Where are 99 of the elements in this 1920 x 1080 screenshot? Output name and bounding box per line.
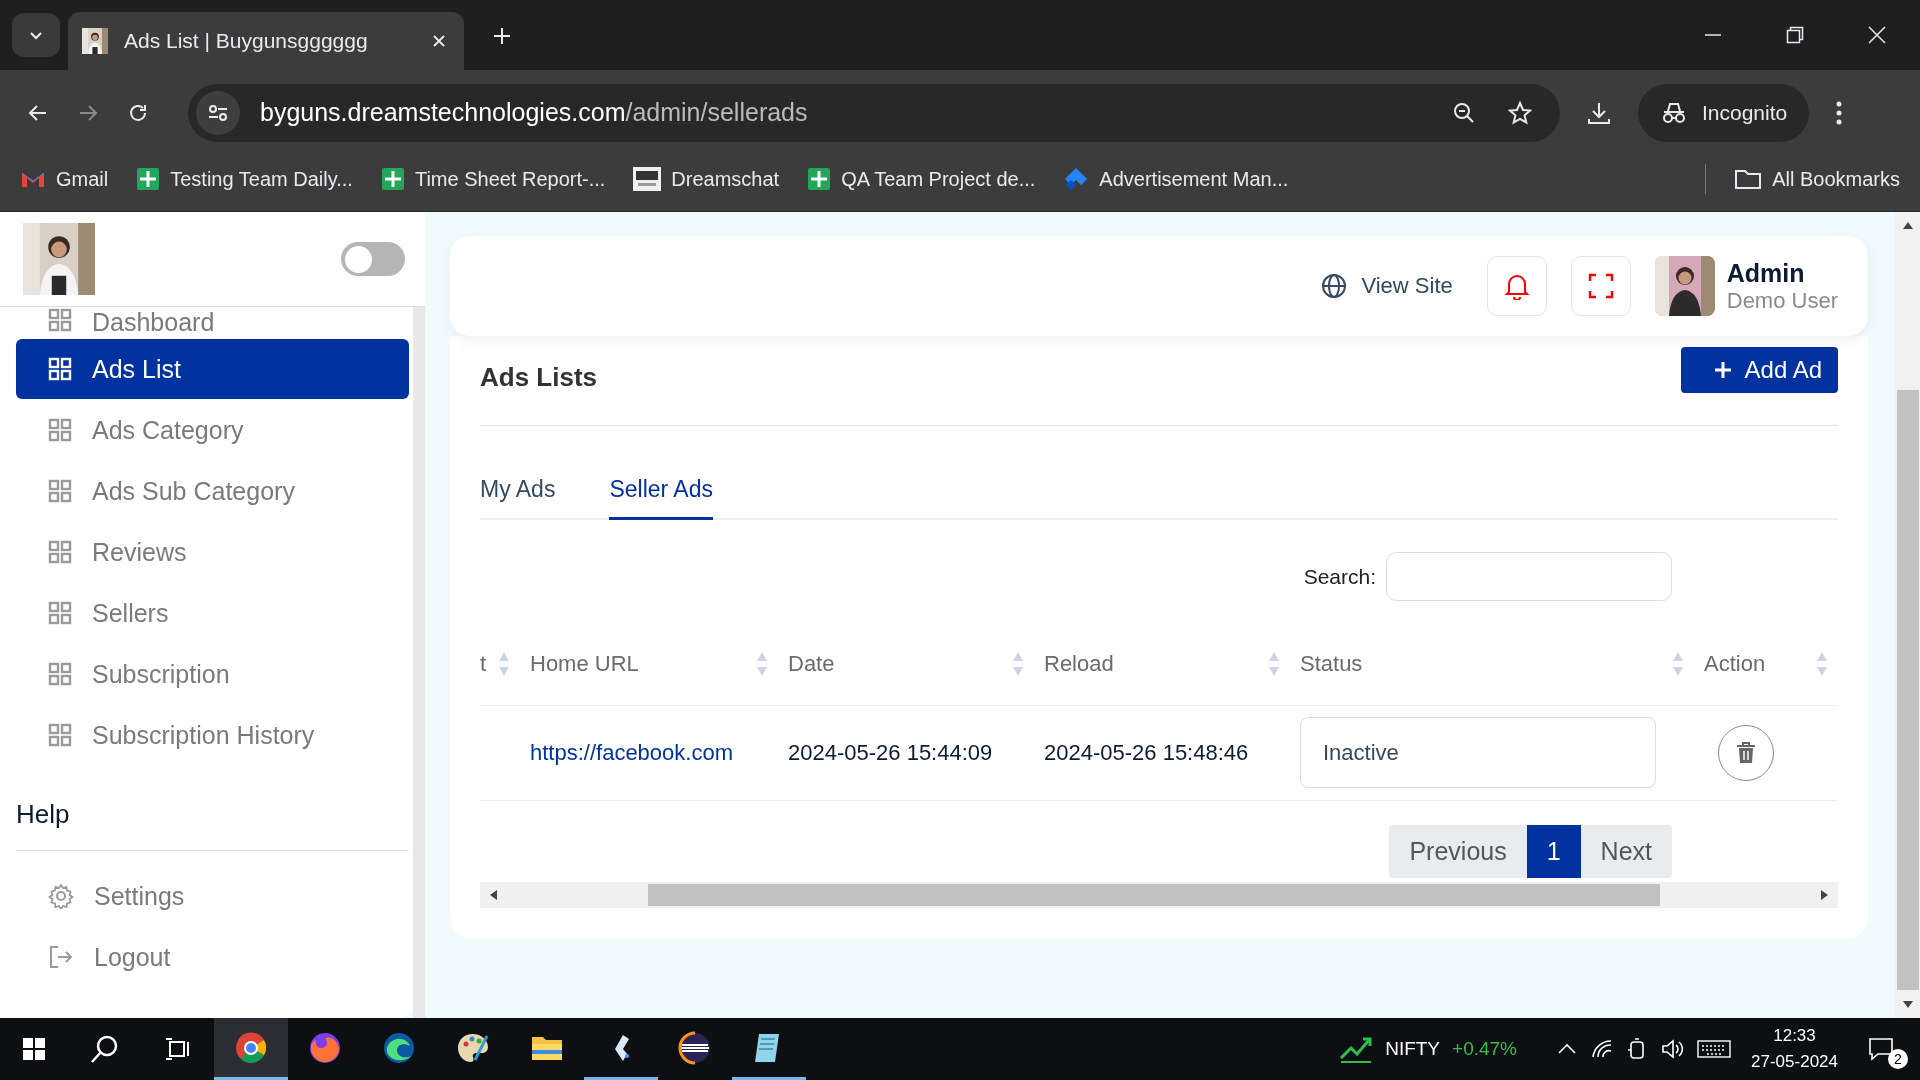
status-dropdown[interactable]: Inactive [1300, 717, 1656, 788]
column-header[interactable]: Home URL [530, 650, 639, 677]
incognito-button[interactable]: Incognito [1638, 83, 1810, 142]
sidebar-item[interactable]: Subscription History [16, 705, 409, 765]
folder-icon [1734, 168, 1763, 190]
sidebar-item[interactable]: Subscription [16, 644, 409, 704]
page-button[interactable]: Previous [1389, 824, 1527, 878]
sidebar-item[interactable]: Dashboard [16, 308, 409, 338]
fullscreen-button[interactable] [1570, 256, 1631, 316]
browser-tab[interactable]: Ads List | Buygunsgggggg [68, 12, 464, 70]
wifi-icon[interactable] [1591, 1039, 1614, 1059]
column-header[interactable]: Status [1300, 650, 1363, 677]
grid-icon [48, 418, 72, 442]
logout-icon [48, 944, 74, 970]
zoom-out-icon[interactable] [1452, 100, 1476, 125]
stock-ticker[interactable]: NIFTY +0.47% [1339, 1034, 1518, 1064]
notification-button[interactable] [1486, 256, 1547, 316]
address-bar[interactable]: byguns.dreamstechnologies.com/admin/sellerads [188, 83, 1560, 142]
search-field[interactable] [1386, 552, 1672, 601]
sidebar-item[interactable]: Sellers [16, 583, 409, 643]
incognito-icon [1660, 101, 1688, 124]
gear-icon [48, 883, 74, 909]
bookmark[interactable]: QA Team Project de... [807, 167, 1036, 191]
scroll-up-icon [1901, 220, 1914, 230]
message-icon [1868, 1037, 1894, 1061]
sidebar-item[interactable]: Settings [16, 866, 409, 926]
bookmark[interactable]: Time Sheet Report-... [380, 167, 606, 191]
scrollbar-thumb[interactable] [1896, 390, 1919, 990]
close-icon[interactable] [432, 34, 446, 48]
search-icon[interactable] [90, 1034, 120, 1064]
grid-icon [48, 723, 72, 747]
close-icon[interactable] [1868, 26, 1886, 44]
sidebar-item[interactable]: Ads Category [16, 400, 409, 460]
sidebar-item[interactable]: Ads List [16, 339, 409, 399]
column-header[interactable]: t [480, 650, 487, 677]
user-name: Admin [1726, 258, 1806, 288]
page-title: Ads Lists [480, 362, 598, 393]
windows-icon[interactable] [22, 1037, 46, 1061]
page-button[interactable]: Next [1580, 824, 1672, 878]
speaker-icon[interactable] [1661, 1039, 1684, 1059]
grid-icon [48, 308, 72, 332]
grid-icon [48, 601, 72, 625]
vertical-scrollbar[interactable] [1895, 212, 1920, 1018]
taskbar-app[interactable] [214, 1018, 288, 1080]
grid-icon [48, 662, 72, 686]
keyboard-icon[interactable] [1697, 1039, 1732, 1059]
tab-title: Ads List | Buygunsgggggg [124, 29, 369, 53]
grid-icon [48, 357, 72, 381]
url-text: byguns.dreamstechnologies.com/admin/sellerads [260, 98, 809, 127]
horizontal-scrollbar[interactable] [480, 881, 1838, 908]
task-view-icon[interactable] [164, 1037, 192, 1061]
column-header[interactable]: Date [788, 650, 835, 677]
sheet-icon [380, 167, 405, 191]
plus-icon [1712, 360, 1733, 380]
add-ad-button[interactable]: Add Ad [1680, 347, 1838, 393]
sheet-icon [807, 167, 832, 191]
trash-icon [1736, 741, 1756, 764]
theme-toggle[interactable] [341, 242, 405, 276]
column-header[interactable]: Action [1704, 650, 1766, 677]
sheet-icon [136, 167, 161, 191]
plus-icon[interactable] [492, 26, 512, 46]
section-heading: Help [16, 798, 71, 830]
bookmark[interactable]: Gmail [20, 167, 109, 191]
fullscreen-icon [1587, 273, 1614, 299]
notification-center-button[interactable]: 2 [1868, 1029, 1908, 1069]
sidebar-item[interactable]: Ads Sub Category [16, 461, 409, 521]
scroll-left-icon [488, 888, 498, 901]
user-role: Demo User [1726, 287, 1838, 314]
tab[interactable]: My Ads [480, 476, 556, 520]
chevron-up-icon[interactable] [1557, 1043, 1578, 1055]
bookmark[interactable]: Dreamschat [633, 167, 780, 191]
table-cell: 2024-05-26 15:44:09 [788, 739, 993, 765]
column-header[interactable]: Reload [1044, 650, 1114, 677]
globe-icon [1321, 273, 1348, 299]
scroll-down-icon [1901, 1000, 1914, 1010]
bookmark[interactable]: Testing Team Daily... [136, 167, 353, 191]
grid-icon [48, 540, 72, 564]
star-icon[interactable] [1508, 100, 1532, 125]
search-label: Search: [1303, 564, 1376, 589]
notification-count: 2 [1888, 1049, 1908, 1069]
bell-icon [1503, 272, 1530, 300]
sidebar-item[interactable]: Logout [16, 927, 409, 987]
bookmark[interactable]: Advertisement Man... [1063, 166, 1289, 192]
clock[interactable]: 12:33 27-05-2024 [1751, 1023, 1838, 1075]
site-settings-button[interactable] [196, 90, 240, 135]
page-button[interactable]: 1 [1526, 824, 1581, 878]
all-bookmarks-button[interactable]: All Bookmarks [1734, 167, 1900, 191]
restore-icon[interactable] [1786, 26, 1804, 44]
sidebar-item[interactable]: Reviews [16, 522, 409, 582]
scroll-right-icon [1820, 888, 1830, 901]
grid-icon [48, 479, 72, 503]
logo-icon [633, 167, 662, 191]
view-site-link[interactable]: View Site [1321, 273, 1453, 299]
stacked-arrows-icon [1063, 166, 1090, 192]
tab[interactable]: Seller Ads [609, 476, 713, 520]
url-link[interactable]: https://facebook.com [530, 739, 733, 765]
more-icon[interactable] [1835, 99, 1844, 126]
scrollbar-thumb[interactable] [648, 883, 1660, 906]
table-cell: 2024-05-26 15:48:46 [1044, 739, 1249, 765]
